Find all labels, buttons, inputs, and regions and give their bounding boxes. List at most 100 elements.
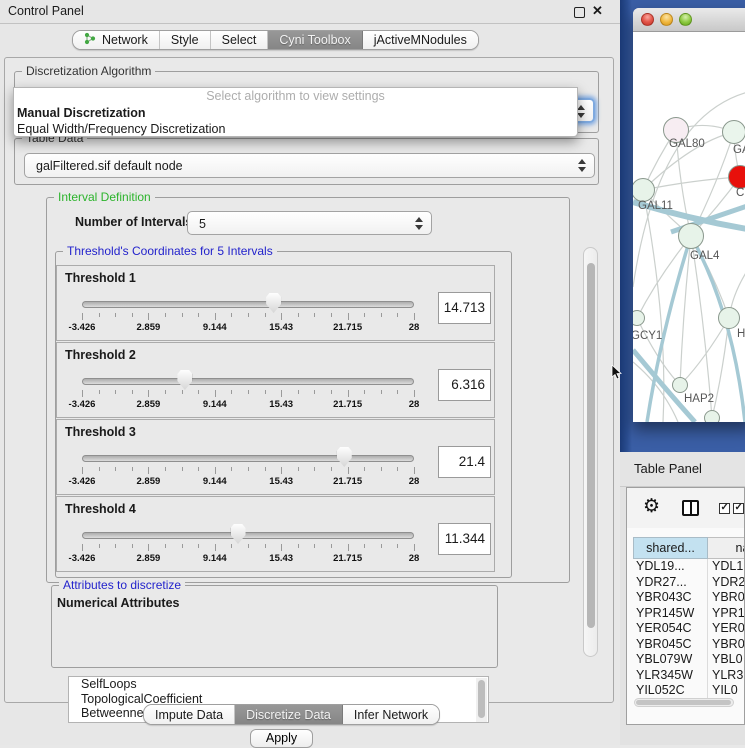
- slider-tick: [364, 544, 365, 548]
- close-panel-icon[interactable]: ✕: [592, 3, 603, 19]
- float-panel-icon[interactable]: [574, 7, 585, 18]
- slider-thumb[interactable]: [337, 447, 352, 467]
- network-node-gal4[interactable]: [678, 223, 704, 249]
- slider-track[interactable]: [82, 378, 414, 385]
- tab-network[interactable]: Network: [73, 31, 160, 49]
- apply-button[interactable]: Apply: [250, 729, 313, 748]
- table-row[interactable]: YIL052CYIL0: [633, 683, 745, 698]
- slider-tick: [364, 467, 365, 471]
- slider-tick: [298, 390, 299, 394]
- slider-track[interactable]: [82, 301, 414, 308]
- settings-scrollbar[interactable]: [583, 247, 598, 657]
- column-header[interactable]: na: [708, 537, 745, 559]
- attributes-scrollbar[interactable]: [476, 678, 487, 722]
- close-traffic-icon[interactable]: [641, 13, 654, 26]
- slider-tick: [298, 313, 299, 317]
- threshold-value-field[interactable]: 14.713: [438, 292, 491, 324]
- slider-tick: [348, 313, 349, 320]
- num-intervals-combo[interactable]: 5: [187, 211, 432, 235]
- threshold-value-field[interactable]: 21.4: [438, 446, 491, 478]
- slider-tick: [182, 313, 183, 317]
- threshold-value-field[interactable]: 11.344: [438, 523, 491, 555]
- table-row[interactable]: YBR045CYBR0: [633, 637, 745, 653]
- interval-definition-group: Interval Definition Number of Intervals …: [46, 197, 570, 583]
- tab-label: Discretize Data: [246, 708, 331, 722]
- slider-tick: [148, 390, 149, 397]
- threshold-label: Threshold 1: [65, 271, 136, 285]
- slider-tick: [314, 313, 315, 317]
- table-data-combo[interactable]: galFiltered.sif default node: [24, 153, 595, 178]
- slider-thumb[interactable]: [231, 524, 246, 544]
- num-intervals-value: 5: [199, 217, 206, 231]
- slider-thumb[interactable]: [177, 370, 192, 390]
- tab-jactivemnodules[interactable]: jActiveMNodules: [363, 31, 478, 49]
- slider-track[interactable]: [82, 532, 414, 539]
- slider-tick-label: 28: [392, 553, 436, 564]
- tab-infer-network[interactable]: Infer Network: [343, 705, 439, 724]
- tab-discretize-data[interactable]: Discretize Data: [235, 705, 343, 724]
- tab-select[interactable]: Select: [211, 31, 269, 49]
- list-item[interactable]: SelfLoops: [69, 677, 488, 692]
- slider-track[interactable]: [82, 455, 414, 462]
- slider-tick: [198, 544, 199, 548]
- slider-tick-label: 15.43: [259, 553, 303, 564]
- table-row[interactable]: YDR27...YDR2: [633, 575, 745, 591]
- table-row[interactable]: YBR043CYBR0: [633, 590, 745, 606]
- threshold-value-field[interactable]: 6.316: [438, 369, 491, 401]
- slider-tick: [99, 390, 100, 394]
- column-header[interactable]: shared...: [633, 537, 708, 559]
- desktop-edge-shade: [620, 0, 632, 452]
- slider-tick: [281, 390, 282, 397]
- threshold-row: Threshold 2-3.4262.8599.14415.4321.71528…: [56, 342, 495, 418]
- top-tab-bar: NetworkStyleSelect Cyni Toolbox jActiveMNo…: [72, 30, 479, 50]
- slider-tick-label: -3.426: [60, 553, 104, 564]
- slider-tick: [381, 313, 382, 317]
- tab-label: Cyni Toolbox: [279, 33, 350, 47]
- slider-tick: [381, 390, 382, 394]
- threshold-label: Threshold 4: [65, 502, 136, 516]
- table-cell: YBL079W: [633, 652, 708, 668]
- algorithm-option[interactable]: Equal Width/Frequency Discretization: [14, 121, 577, 137]
- algorithm-option[interactable]: Manual Discretization: [14, 105, 577, 121]
- table-row[interactable]: YER054CYER0: [633, 621, 745, 637]
- tab-impute-data[interactable]: Impute Data: [144, 705, 235, 724]
- zoom-traffic-icon[interactable]: [679, 13, 692, 26]
- slider-tick-label: 28: [392, 322, 436, 333]
- table-row[interactable]: YDL19...YDL1: [633, 559, 745, 575]
- slider-tick: [215, 544, 216, 551]
- tab-cyni-toolbox[interactable]: Cyni Toolbox: [268, 31, 362, 49]
- table-row[interactable]: YPR145WYPR1: [633, 606, 745, 622]
- table-row[interactable]: YLR345WYLR3: [633, 668, 745, 684]
- checkbox-icon[interactable]: [733, 503, 744, 514]
- network-node-h[interactable]: [718, 307, 740, 329]
- network-node[interactable]: [704, 410, 720, 422]
- threshold-label: Threshold 2: [65, 348, 136, 362]
- slider-thumb[interactable]: [266, 293, 281, 313]
- slider-tick: [314, 467, 315, 471]
- network-edge: [637, 236, 691, 318]
- slider-tick-label: 15.43: [259, 476, 303, 487]
- table-cell: YBR0: [708, 637, 745, 653]
- slider-tick-label: 21.715: [326, 553, 370, 564]
- table-row[interactable]: YBL079WYBL0: [633, 652, 745, 668]
- algorithm-prompt-item[interactable]: Select algorithm to view settings: [14, 88, 577, 105]
- network-canvas[interactable]: GAL80GACGAL11GAL4GCY1HHAP2: [633, 32, 745, 422]
- split-panel-icon[interactable]: [682, 500, 699, 516]
- network-window-titlebar[interactable]: [633, 8, 745, 32]
- tab-style[interactable]: Style: [160, 31, 211, 49]
- slider-tick: [132, 390, 133, 394]
- network-node-label: GAL11: [638, 200, 673, 212]
- network-window[interactable]: GAL80GACGAL11GAL4GCY1HHAP2: [633, 8, 745, 422]
- network-node-hap2[interactable]: [672, 377, 688, 393]
- table-hscrollbar[interactable]: [634, 698, 734, 707]
- minimize-traffic-icon[interactable]: [660, 13, 673, 26]
- gear-icon[interactable]: ⚙: [643, 495, 660, 517]
- table-cell: YIL052C: [633, 683, 708, 698]
- network-node-c[interactable]: [728, 165, 745, 189]
- network-node-ga[interactable]: [722, 120, 745, 144]
- slider-tick: [397, 467, 398, 471]
- combo-arrows-icon: [578, 159, 587, 172]
- checkbox-icon[interactable]: [719, 503, 730, 514]
- slider-tick: [331, 390, 332, 394]
- slider-tick: [397, 544, 398, 548]
